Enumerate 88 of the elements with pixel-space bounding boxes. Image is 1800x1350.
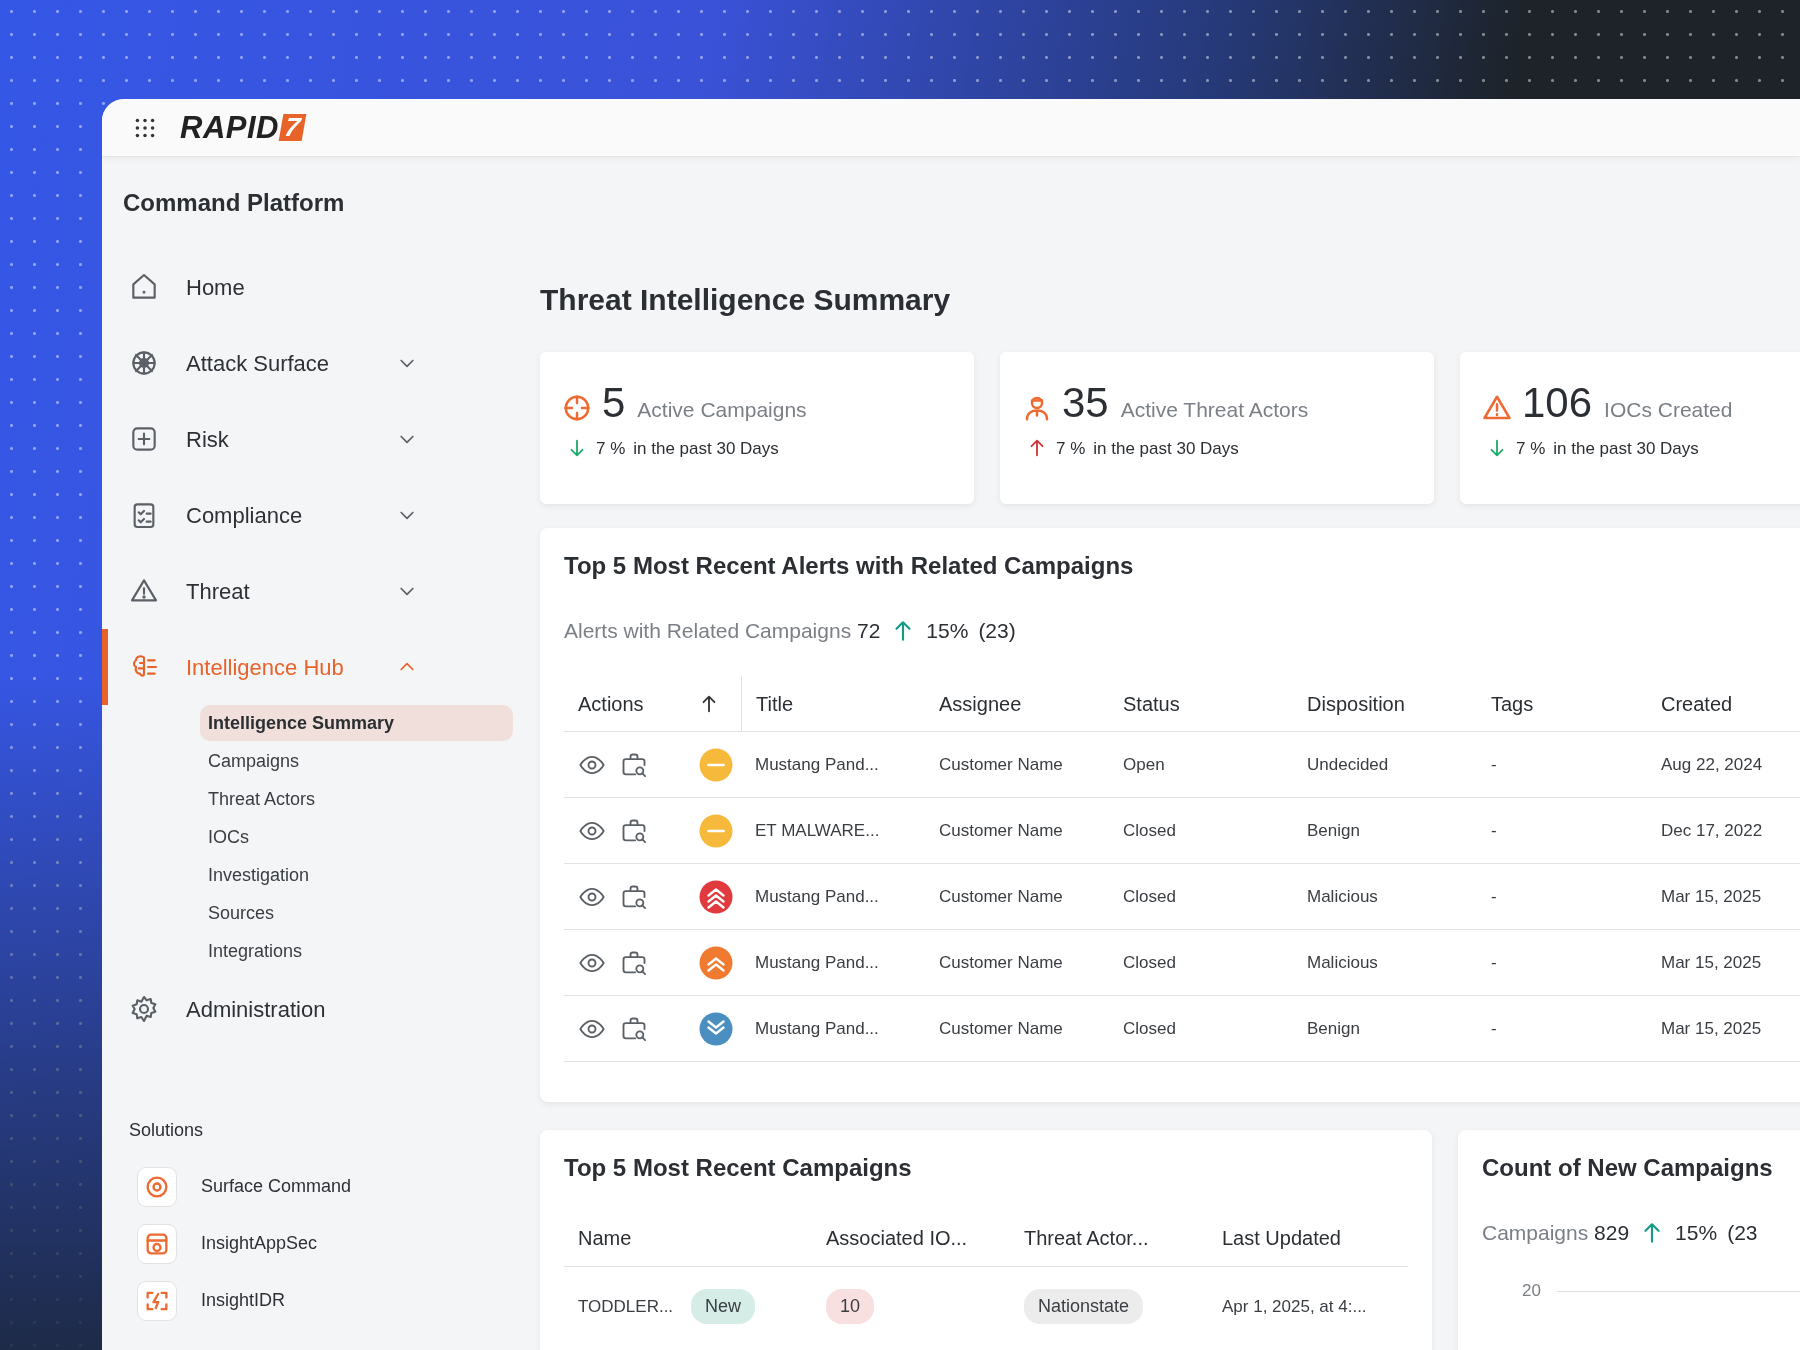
stat-value: 106	[1522, 382, 1593, 424]
period-text: in the past 30 Days	[633, 437, 779, 460]
nav-item[interactable]: Compliance	[102, 477, 515, 553]
page-title: Threat Intelligence Summary	[540, 282, 952, 318]
change-percent: 7 %	[1056, 437, 1086, 460]
column-header[interactable]: Status	[1109, 676, 1293, 733]
table-cell: Mar 15, 2025	[1647, 864, 1800, 931]
column-header[interactable]: Actions	[564, 676, 684, 733]
period-text: in the past 30 Days	[1553, 437, 1699, 460]
panel-title: Count of New Campaigns	[1482, 1154, 1774, 1183]
table-cell: Mar 15, 2025	[1647, 996, 1800, 1063]
table-cell: ET MALWARE...	[741, 798, 925, 865]
column-header[interactable]: Name	[564, 1210, 812, 1267]
table-cell: Mustang Pand...	[741, 864, 925, 931]
table-cell: Malicious	[1293, 864, 1477, 931]
column-header[interactable]: Tags	[1477, 676, 1647, 733]
subnav-item[interactable]: Sources	[200, 895, 513, 931]
table-cell: Benign	[1293, 798, 1477, 865]
subnav-item[interactable]: Threat Actors	[200, 781, 513, 817]
nav-item[interactable]: Attack Surface	[102, 325, 515, 401]
column-header[interactable]: Threat Actor...	[1010, 1210, 1208, 1267]
table-cell: Aug 22, 2024	[1647, 732, 1800, 799]
subnav-item[interactable]: Intelligence Summary	[200, 705, 513, 741]
change-count: (23)	[978, 617, 1016, 644]
solution-item[interactable]: InsightIDR	[102, 1272, 515, 1329]
solution-item[interactable]: Surface Command	[102, 1158, 515, 1215]
table-cell-text: Apr 1, 2025, at 4:...	[1221, 1296, 1368, 1319]
subnav-item[interactable]: Investigation	[200, 857, 513, 893]
actor-tag: Nationstate	[1024, 1289, 1144, 1325]
table-cell: Customer Name	[925, 864, 1109, 931]
platform-title: Command Platform	[122, 188, 346, 218]
nav-item[interactable]: Risk	[102, 401, 515, 477]
table-cell: -	[1477, 996, 1647, 1063]
column-header[interactable]: Assignee	[925, 676, 1109, 733]
table-cell: Customer Name	[925, 996, 1109, 1063]
status-tag: New	[691, 1289, 756, 1325]
stat-value: 35	[1062, 382, 1109, 424]
nav-item[interactable]: Administration	[102, 971, 515, 1047]
table-cell: Benign	[1293, 996, 1477, 1063]
change-percent: 7 %	[596, 437, 626, 460]
column-header[interactable]: Associated IO...	[812, 1210, 1010, 1267]
subnav-item[interactable]: Campaigns	[200, 743, 513, 779]
table-cell: Mustang Pand...	[741, 930, 925, 997]
table-cell: -	[1477, 930, 1647, 997]
column-header[interactable]: Last Updated	[1208, 1210, 1408, 1267]
change-percent: 15%	[926, 617, 969, 644]
column-header[interactable]: Disposition	[1293, 676, 1477, 733]
change-percent: 7 %	[1516, 437, 1546, 460]
table-cell: -	[1477, 732, 1647, 799]
table-cell: Customer Name	[925, 798, 1109, 865]
table-cell: -	[1477, 864, 1647, 931]
summary-text: Campaigns 829	[1482, 1219, 1630, 1246]
nav-item[interactable]: Home	[102, 249, 515, 325]
count-tag: 10	[826, 1289, 875, 1325]
table-cell: Mar 15, 2025	[1647, 930, 1800, 997]
table-cell: -	[1477, 798, 1647, 865]
table-cell-text: TODDLER...	[578, 1296, 674, 1319]
subnav-item[interactable]: Integrations	[200, 933, 513, 969]
change-count: (23	[1727, 1219, 1758, 1246]
section-label: Solutions	[128, 1119, 205, 1142]
period-text: in the past 30 Days	[1093, 437, 1239, 460]
stat-label: Active Campaigns	[637, 397, 807, 423]
table-cell: Undecided	[1293, 732, 1477, 799]
logo: RAPID 7	[180, 112, 304, 143]
nav-item[interactable]: Threat	[102, 553, 515, 629]
table-cell: Open	[1109, 732, 1293, 799]
panel-title: Top 5 Most Recent Alerts with Related Campaigns	[564, 552, 1135, 581]
table-cell: Customer Name	[925, 732, 1109, 799]
stat-label: Active Threat Actors	[1120, 397, 1309, 423]
table-cell: Malicious	[1293, 930, 1477, 997]
stat-value: 5	[602, 382, 626, 424]
stat-label: IOCs Created	[1604, 397, 1733, 423]
table-cell: Closed	[1109, 930, 1293, 997]
table-cell: Dec 17, 2022	[1647, 798, 1800, 865]
table-cell: Closed	[1109, 864, 1293, 931]
solution-item[interactable]: InsightAppSec	[102, 1215, 515, 1272]
table-cell: Mustang Pand...	[741, 732, 925, 799]
table-cell: Customer Name	[925, 930, 1109, 997]
column-header[interactable]: Created	[1647, 676, 1800, 733]
table-cell: Closed	[1109, 798, 1293, 865]
table-cell: Mustang Pand...	[741, 996, 925, 1063]
column-header[interactable]: Title	[741, 676, 925, 733]
axis-tick-label: 20	[1522, 1280, 1541, 1303]
table-cell: Closed	[1109, 996, 1293, 1063]
subnav-item[interactable]: IOCs	[200, 819, 513, 855]
panel-title: Top 5 Most Recent Campaigns	[564, 1154, 913, 1183]
summary-text: Alerts with Related Campaigns 72	[564, 617, 881, 644]
change-percent: 15%	[1675, 1219, 1718, 1246]
